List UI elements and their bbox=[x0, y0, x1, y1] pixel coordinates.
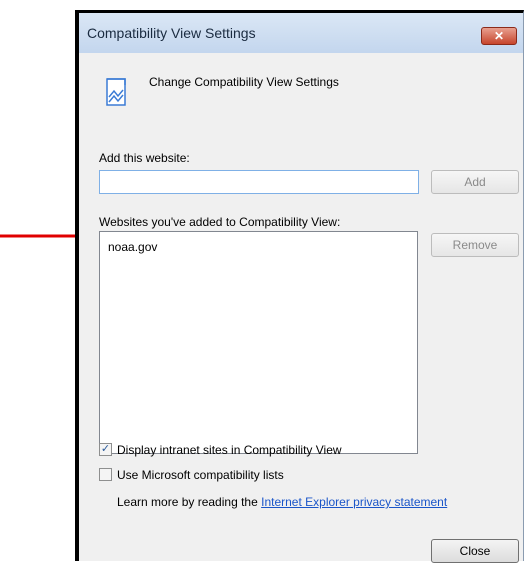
compat-view-icon bbox=[106, 78, 126, 106]
dialog-title: Compatibility View Settings bbox=[87, 25, 256, 41]
close-button[interactable]: Close bbox=[431, 539, 519, 563]
websites-list-label: Websites you've added to Compatibility V… bbox=[99, 215, 341, 229]
header-text: Change Compatibility View Settings bbox=[149, 75, 339, 89]
add-button[interactable]: Add bbox=[431, 170, 519, 194]
dialog-content: Change Compatibility View Settings Add t… bbox=[79, 53, 523, 563]
intranet-checkbox[interactable]: ✓ bbox=[99, 443, 112, 456]
intranet-checkbox-label: Display intranet sites in Compatibility … bbox=[117, 443, 342, 457]
add-website-input[interactable] bbox=[99, 170, 419, 194]
websites-listbox[interactable]: noaa.gov bbox=[99, 231, 418, 454]
ms-lists-checkbox[interactable] bbox=[99, 468, 112, 481]
learn-more-text: Learn more by reading the Internet Explo… bbox=[117, 495, 447, 509]
add-website-label: Add this website: bbox=[99, 151, 190, 165]
compatibility-view-dialog: Compatibility View Settings ✕ Change Com… bbox=[75, 10, 524, 563]
learn-more-prefix: Learn more by reading the bbox=[117, 495, 258, 509]
privacy-statement-link[interactable]: Internet Explorer privacy statement bbox=[261, 495, 447, 509]
list-item[interactable]: noaa.gov bbox=[108, 240, 157, 254]
ms-lists-checkbox-label: Use Microsoft compatibility lists bbox=[117, 468, 284, 482]
remove-button[interactable]: Remove bbox=[431, 233, 519, 257]
title-bar: Compatibility View Settings ✕ bbox=[79, 13, 523, 53]
close-window-button[interactable]: ✕ bbox=[481, 27, 517, 45]
